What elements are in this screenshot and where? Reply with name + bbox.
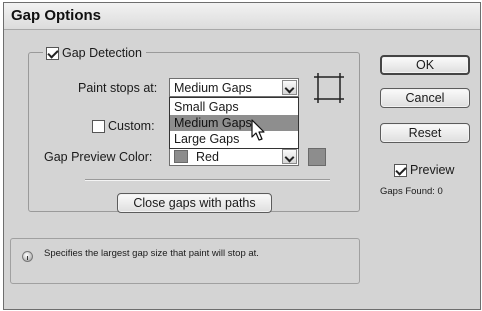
cancel-button[interactable]: Cancel bbox=[380, 88, 470, 108]
paint-stops-value: Medium Gaps bbox=[174, 81, 252, 95]
title-bar[interactable]: Gap Options bbox=[4, 3, 480, 30]
chevron-down-icon[interactable] bbox=[282, 149, 297, 164]
custom-label: Custom: bbox=[108, 119, 155, 133]
preview-checkbox[interactable]: Preview bbox=[394, 163, 454, 177]
info-text: Specifies the largest gap size that pain… bbox=[44, 248, 259, 259]
gaps-found-text: Gaps Found: 0 bbox=[380, 186, 443, 197]
paint-stops-dropdown: Small Gaps Medium Gaps Large Gaps bbox=[169, 97, 299, 149]
gap-preview-color-label: Gap Preview Color: bbox=[44, 150, 153, 164]
dropdown-option-large[interactable]: Large Gaps bbox=[170, 131, 298, 147]
gap-detection-label: Gap Detection bbox=[62, 46, 142, 60]
mouse-pointer-icon bbox=[251, 119, 265, 141]
close-gaps-button[interactable]: Close gaps with paths bbox=[117, 193, 272, 213]
dialog-title: Gap Options bbox=[11, 7, 101, 24]
paint-stops-select[interactable]: Medium Gaps bbox=[169, 78, 299, 97]
preview-check-icon[interactable] bbox=[394, 163, 407, 177]
paint-stops-label: Paint stops at: bbox=[78, 81, 158, 95]
preview-color-select[interactable]: Red bbox=[169, 147, 299, 166]
separator bbox=[85, 179, 330, 181]
preview-label: Preview bbox=[410, 163, 455, 177]
color-swatch[interactable] bbox=[308, 148, 326, 166]
color-swatch-small bbox=[174, 150, 188, 163]
ok-button[interactable]: OK bbox=[380, 55, 470, 75]
chevron-down-icon[interactable] bbox=[282, 80, 297, 95]
custom-checkbox[interactable]: Custom: bbox=[92, 119, 155, 133]
gap-detection-check-icon[interactable] bbox=[46, 46, 59, 60]
gap-detection-checkbox[interactable]: Gap Detection bbox=[43, 46, 146, 60]
dropdown-option-small[interactable]: Small Gaps bbox=[170, 99, 298, 115]
preview-color-value: Red bbox=[196, 150, 219, 164]
reset-button[interactable]: Reset bbox=[380, 123, 470, 143]
gap-preview-icon bbox=[314, 73, 344, 103]
info-icon bbox=[22, 251, 33, 262]
dropdown-option-medium[interactable]: Medium Gaps bbox=[170, 115, 298, 131]
custom-check-icon[interactable] bbox=[92, 119, 105, 133]
info-box: Specifies the largest gap size that pain… bbox=[10, 238, 360, 284]
